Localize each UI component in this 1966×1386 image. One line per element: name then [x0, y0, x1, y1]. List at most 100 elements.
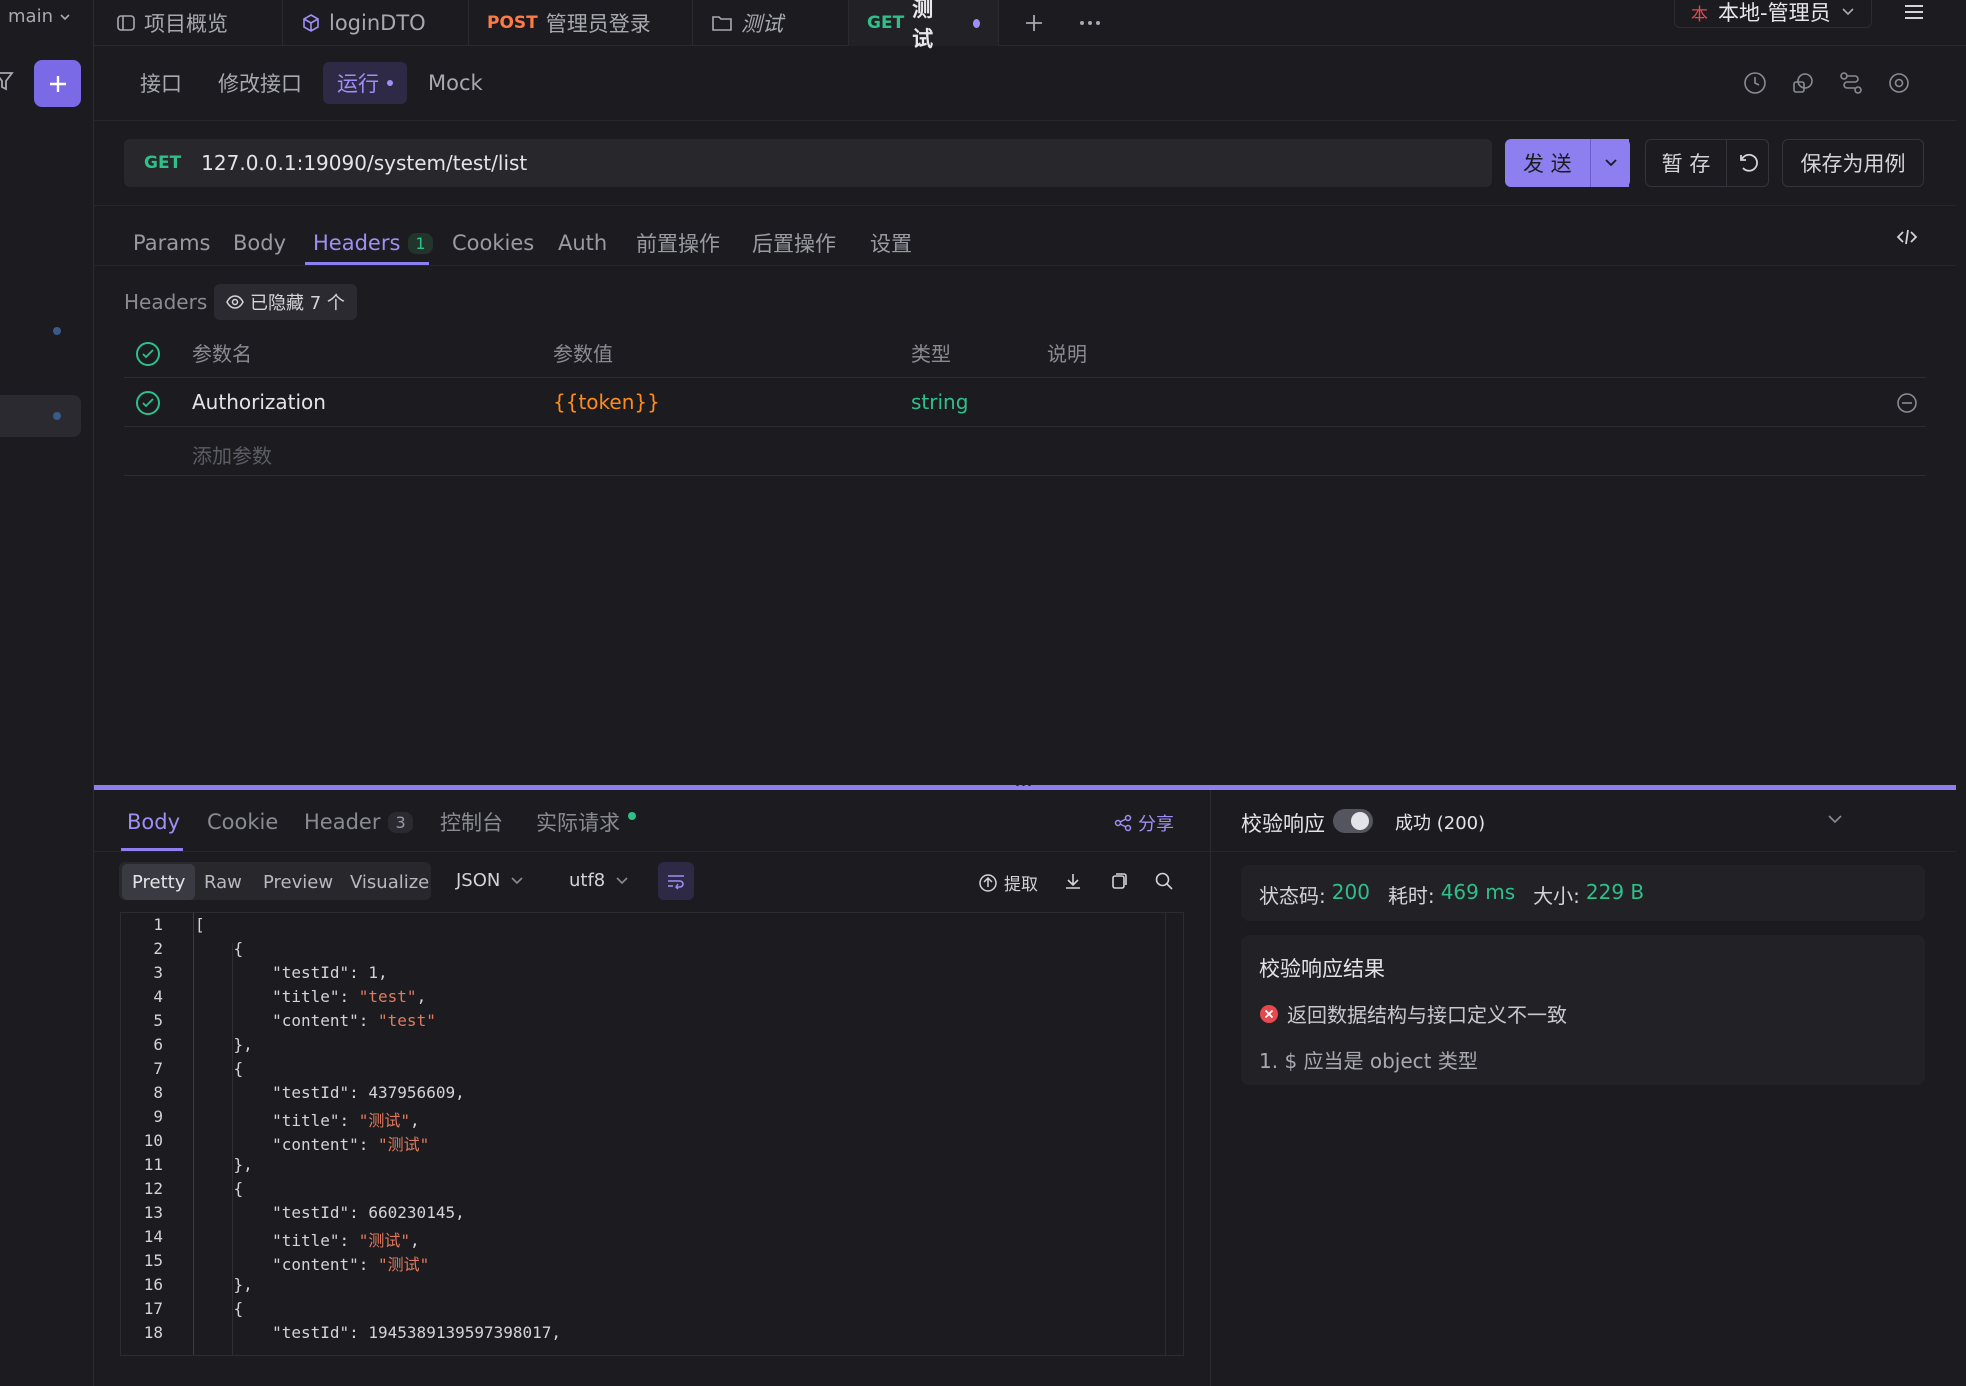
resp-tab-header[interactable]: Header 3 — [304, 800, 413, 844]
save-temp-button[interactable]: 暂 存 — [1645, 139, 1727, 187]
url-input[interactable]: 127.0.0.1:19090/system/test/list — [201, 151, 527, 175]
tab-pre-actions[interactable]: 前置操作 — [636, 222, 720, 264]
error-icon — [1260, 1004, 1278, 1023]
tab-headers[interactable]: Headers 1 — [313, 222, 433, 264]
view-preview[interactable]: Preview — [253, 864, 343, 900]
encoding-select[interactable]: utf8 — [569, 870, 629, 891]
line-number: 3 — [153, 963, 163, 982]
book-icon — [117, 15, 135, 31]
select-all-checkbox[interactable] — [136, 342, 160, 366]
branch-selector[interactable]: main — [8, 6, 71, 27]
tree-item-selected[interactable] — [0, 395, 81, 437]
chevron-down-icon — [1604, 159, 1617, 167]
plus-icon — [1026, 15, 1042, 31]
toggle-knob — [1351, 812, 1369, 830]
history-icon[interactable] — [1742, 70, 1768, 96]
save-temp-label: 暂 存 — [1661, 152, 1711, 176]
resp-tab-cookie[interactable]: Cookie — [207, 800, 278, 844]
tab-cookies[interactable]: Cookies — [452, 222, 534, 264]
scrollbar-track[interactable] — [1165, 913, 1166, 1355]
divider — [94, 265, 1956, 266]
subnav-mock[interactable]: Mock — [414, 62, 497, 104]
chevron-down-icon — [1842, 8, 1854, 16]
tab-auth[interactable]: Auth — [558, 222, 607, 264]
tab-post-actions[interactable]: 后置操作 — [752, 222, 836, 264]
more-tabs-button[interactable] — [1078, 12, 1102, 34]
request-method[interactable]: GET — [144, 153, 181, 173]
line-number: 7 — [153, 1059, 163, 1078]
chevron-down-icon — [60, 13, 70, 20]
tab-logindto[interactable]: loginDTO — [283, 0, 469, 46]
resp-tab-console[interactable]: 控制台 — [440, 800, 503, 844]
view-raw[interactable]: Raw — [194, 864, 252, 900]
subnav-run[interactable]: 运行 — [323, 62, 407, 104]
line-number: 11 — [143, 1155, 163, 1174]
resp-tab-body[interactable]: Body — [127, 800, 180, 844]
url-bar[interactable]: GET 127.0.0.1:19090/system/test/list — [124, 139, 1492, 187]
code-line: { — [195, 1059, 244, 1078]
code-icon[interactable] — [1895, 227, 1919, 247]
tab-test-get[interactable]: GET 测试 — [849, 0, 999, 51]
code-line: { — [195, 1299, 244, 1318]
chevron-down-icon[interactable] — [1827, 812, 1843, 826]
validate-toggle[interactable] — [1333, 809, 1373, 833]
save-case-button[interactable]: 保存为用例 — [1782, 139, 1924, 187]
size-value: 229 B — [1585, 880, 1645, 904]
settings-icon[interactable] — [1886, 70, 1912, 96]
extract-label: 提取 — [1004, 875, 1038, 895]
code-line: "content": "测试" — [272, 1135, 430, 1154]
divider — [94, 120, 1956, 121]
wrap-toggle[interactable] — [658, 862, 694, 900]
header-name-cell[interactable]: Authorization — [192, 390, 326, 414]
validate-status[interactable]: 成功 (200) — [1395, 809, 1485, 835]
code-line: }, — [195, 1155, 253, 1174]
new-tab-button[interactable] — [1023, 12, 1045, 34]
copy-icon[interactable] — [1108, 871, 1128, 891]
header-value-cell[interactable]: {{token}} — [553, 390, 660, 414]
subnav-api[interactable]: 接口 — [126, 62, 196, 104]
tab-params[interactable]: Params — [133, 222, 211, 264]
extract-button[interactable]: 提取 — [978, 870, 1038, 895]
tab-body[interactable]: Body — [233, 222, 286, 264]
code-line: "testId": 660230145, — [272, 1203, 465, 1222]
flow-icon[interactable] — [1838, 70, 1864, 96]
reset-button[interactable] — [1727, 139, 1769, 187]
view-visualize[interactable]: Visualize — [340, 864, 439, 900]
format-select[interactable]: JSON — [456, 870, 524, 891]
view-pretty[interactable]: Pretty — [122, 864, 196, 900]
line-number: 17 — [143, 1299, 163, 1318]
tab-admin-login[interactable]: POST 管理员登录 — [469, 0, 693, 46]
environment-selector[interactable]: 本 本地-管理员 — [1674, 0, 1872, 28]
resp-tab-header-label: Header — [304, 810, 381, 834]
add-button[interactable] — [34, 60, 81, 107]
remove-row-button[interactable] — [1896, 392, 1918, 414]
tab-label: 项目概览 — [144, 12, 228, 36]
hidden-headers-toggle[interactable]: 已隐藏 7 个 — [214, 284, 357, 320]
code-line: "content": "test" — [272, 1011, 436, 1030]
method-badge: GET — [867, 13, 905, 33]
send-dropdown[interactable] — [1590, 139, 1630, 187]
row-divider — [124, 426, 1926, 427]
col-header-type: 类型 — [911, 342, 951, 366]
download-icon[interactable] — [1063, 871, 1083, 891]
chevron-down-icon — [511, 876, 523, 884]
row-checkbox[interactable] — [136, 391, 160, 415]
menu-button[interactable] — [1902, 2, 1926, 22]
resp-tab-actual-request[interactable]: 实际请求 — [536, 800, 636, 844]
header-type-cell[interactable]: string — [911, 390, 968, 414]
share-button[interactable]: 分享 — [1114, 810, 1174, 836]
add-param-input[interactable]: 添加参数 — [192, 440, 272, 469]
search-icon[interactable] — [1154, 871, 1174, 891]
divider — [94, 851, 1210, 852]
tab-test-folder[interactable]: 测试 — [693, 0, 849, 46]
response-metrics: 状态码: 200 耗时: 469 ms 大小: 229 B — [1241, 865, 1925, 921]
col-header-value: 参数值 — [553, 342, 613, 366]
tab-settings[interactable]: 设置 — [870, 222, 912, 264]
col-header-name: 参数名 — [192, 342, 252, 366]
tab-overview[interactable]: 项目概览 — [98, 0, 283, 46]
shapes-icon[interactable] — [1790, 70, 1816, 96]
drag-grip-icon[interactable] — [1016, 783, 1031, 786]
response-body-editor[interactable]: 1 [2 {3 "testId": 1, 4 "title": "test", 5 "… — [120, 912, 1184, 1356]
subnav-edit[interactable]: 修改接口 — [204, 62, 316, 104]
filter-icon[interactable] — [0, 70, 14, 92]
